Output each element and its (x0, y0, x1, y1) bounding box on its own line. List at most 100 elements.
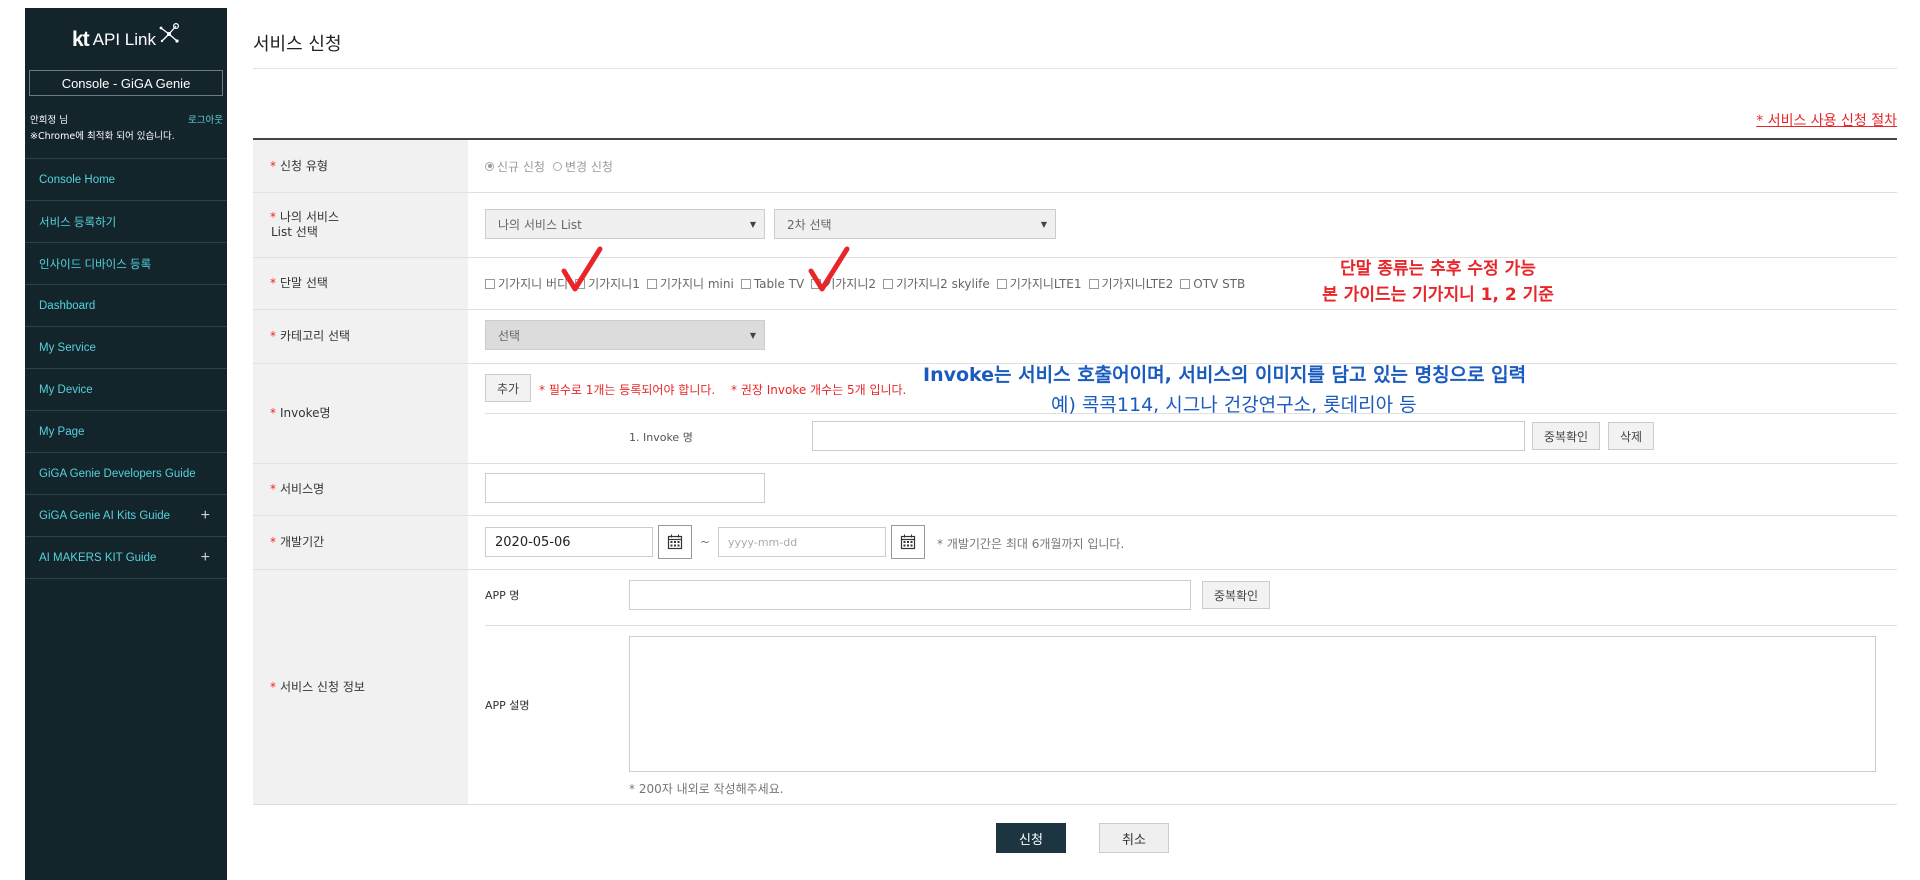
sidebar-item-register-service[interactable]: 서비스 등록하기 (25, 201, 227, 243)
sidebar-item-label: GiGA Genie AI Kits Guide (39, 509, 171, 522)
expand-plus-icon[interactable]: + (201, 549, 210, 567)
sidebar-nav: Console Home 서비스 등록하기 인사이드 디바이스 등록 Dashb… (25, 158, 227, 579)
checkbox-gigagenie2-skylife[interactable]: 기가지니2 skylife (883, 275, 990, 292)
category-select[interactable]: 선택 ▼ (485, 320, 765, 350)
my-service-selects: 나의 서비스 List ▼ 2차 선택 ▼ (485, 193, 1897, 257)
label-line: List 선택 (271, 225, 318, 239)
label-text: Invoke명 (280, 406, 331, 420)
sidebar-item-label: Console Home (39, 173, 116, 186)
device-annotation: 단말 종류는 추후 수정 가능 본 가이드는 기가지니 1, 2 기준 (1303, 256, 1573, 308)
label-text: 서비스명 (280, 482, 325, 496)
checkbox-table-tv[interactable]: Table TV (740, 277, 804, 291)
sidebar: kt API Link Console - GiGA Genie 안희정 님 로… (25, 8, 227, 880)
sidebar-item-inside-device[interactable]: 인사이드 디바이스 등록 (25, 243, 227, 285)
invoke-delete-button[interactable]: 삭제 (1608, 422, 1654, 450)
app-desc-textarea[interactable] (629, 636, 1876, 772)
checkbox-box (1088, 278, 1099, 289)
dev-period-note: * 개발기간은 최대 6개월까지 입니다. (937, 537, 1125, 551)
cancel-button[interactable]: 취소 (1099, 823, 1169, 853)
logout-link[interactable]: 로그아웃 (188, 112, 223, 126)
add-invoke-button[interactable]: 추가 (485, 374, 531, 402)
service-name-input[interactable] (485, 473, 765, 503)
sidebar-item-my-service[interactable]: My Service (25, 327, 227, 369)
start-calendar-button[interactable] (658, 525, 692, 559)
start-date-input[interactable]: 2020-05-06 (485, 527, 653, 557)
expand-plus-icon[interactable]: + (201, 507, 210, 525)
select-value: 나의 서비스 List (498, 217, 582, 232)
device-annotation-line2: 본 가이드는 기가지니 1, 2 기준 (1322, 285, 1554, 305)
row-apply-type: * 신청 유형 신규 신청 변경 신청 (253, 140, 1897, 193)
radio-circle (552, 161, 562, 171)
invoke-dup-check-button[interactable]: 중복확인 (1532, 422, 1600, 450)
title-divider (253, 68, 1897, 69)
radio-change-apply[interactable]: 변경 신청 (552, 158, 613, 175)
calendar-icon (667, 534, 683, 550)
row-device: * 단말 선택 기가지니 버디 기가지니1 기가지니 mini Table TV … (253, 258, 1897, 310)
label-my-service: * 나의 서비스 List 선택 (253, 193, 468, 257)
label-apply-type: * 신청 유형 (253, 140, 468, 192)
row-dev-period: * 개발기간 2020-05-06 ~ yyyy-mm-dd * 개발기간은 최대… (253, 516, 1897, 570)
sidebar-item-my-device[interactable]: My Device (25, 369, 227, 411)
app-desc-note: * 200자 내외로 작성해주세요. (629, 782, 784, 796)
radio-new-apply[interactable]: 신규 신청 (485, 158, 545, 175)
user-row: 안희정 님 로그아웃 (25, 112, 227, 126)
checkbox-gigagenie-lte1[interactable]: 기가지니LTE1 (996, 275, 1082, 292)
sidebar-item-dashboard[interactable]: Dashboard (25, 285, 227, 327)
row-my-service: * 나의 서비스 List 선택 나의 서비스 List ▼ 2차 선택 ▼ (253, 193, 1897, 258)
sidebar-item-my-page[interactable]: My Page (25, 411, 227, 453)
row-service-info: * 서비스 신청 정보 APP 명 중복확인 APP 설명 * 200자 내외로 … (253, 570, 1897, 805)
service-info-divider (485, 625, 1897, 626)
app-dup-check-button[interactable]: 중복확인 (1202, 581, 1270, 609)
category-select-wrap: 선택 ▼ (485, 310, 1897, 363)
label-text: 서비스 신청 정보 (280, 679, 365, 694)
label-text: 단말 선택 (280, 276, 328, 290)
sidebar-item-ai-makers-kit-guide[interactable]: AI MAKERS KIT Guide + (25, 537, 227, 579)
date-separator: ~ (700, 535, 711, 549)
checkbox-gigagenie-buddy[interactable]: 기가지니 버디 (485, 275, 568, 292)
select-value: 2차 선택 (787, 217, 832, 232)
sidebar-item-label: Dashboard (39, 299, 96, 312)
checkbox-label: 기가지니LTE2 (1101, 277, 1174, 291)
dropdown-arrow-icon: ▼ (1040, 220, 1047, 229)
checkbox-box (485, 278, 495, 289)
end-date-input[interactable]: yyyy-mm-dd (718, 527, 886, 557)
required-mark: * (270, 276, 276, 290)
end-calendar-button[interactable] (891, 525, 925, 559)
label-text: 개발기간 (280, 535, 325, 549)
checkbox-gigagenie-mini[interactable]: 기가지니 mini (646, 275, 734, 292)
invoke-annotation-line1: Invoke는 서비스 호출어이며, 서비스의 이미지를 담고 있는 명칭으로 … (923, 364, 1527, 386)
sidebar-item-developers-guide[interactable]: GiGA Genie Developers Guide (25, 453, 227, 495)
page-title: 서비스 신청 (253, 34, 342, 55)
invoke-annotation-line2: 예) 콕콕114, 시그나 건강연구소, 롯데리아 등 (1051, 394, 1417, 416)
label-invoke: * Invoke명 (253, 364, 468, 463)
secondary-select[interactable]: 2차 선택 ▼ (774, 209, 1056, 239)
label-category: * 카테고리 선택 (253, 310, 468, 363)
label-text: 신청 유형 (280, 158, 328, 173)
label-text: 나의 서비스 List 선택 (271, 210, 339, 240)
sidebar-item-ai-kits-guide[interactable]: GiGA Genie AI Kits Guide + (25, 495, 227, 537)
radio-label: 변경 신청 (564, 159, 613, 174)
label-dev-period: * 개발기간 (253, 516, 468, 569)
required-mark: * (270, 679, 276, 694)
app-desc-label: APP 설명 (485, 699, 530, 712)
invoke-row-label: 1. Invoke 명 (629, 431, 693, 444)
app-name-label: APP 명 (485, 589, 520, 602)
network-star-icon (159, 23, 179, 43)
logo[interactable]: kt API Link (25, 8, 227, 64)
checkbox-otv-stb[interactable]: OTV STB (1180, 277, 1245, 291)
logo-text: API Link (92, 30, 156, 49)
checkmark-annotation-icon (808, 246, 850, 292)
invoke-name-input[interactable] (812, 421, 1525, 451)
checkbox-gigagenie-lte2[interactable]: 기가지니LTE2 (1088, 275, 1174, 292)
label-device: * 단말 선택 (253, 258, 468, 309)
checkbox-label: 기가지니 버디 (498, 277, 569, 291)
row-service-name: * 서비스명 (253, 464, 1897, 516)
submit-button[interactable]: 신청 (996, 823, 1066, 853)
procedure-link[interactable]: * 서비스 사용 신청 절차 (1756, 110, 1897, 130)
my-service-select[interactable]: 나의 서비스 List ▼ (485, 209, 765, 239)
sidebar-item-console-home[interactable]: Console Home (25, 159, 227, 201)
app-name-input[interactable] (629, 580, 1191, 610)
main-content: 서비스 신청 * 서비스 사용 신청 절차 * 신청 유형 신규 신청 변경 신청… (253, 0, 1897, 880)
device-checkboxes: 기가지니 버디 기가지니1 기가지니 mini Table TV 기가지니2 기… (485, 258, 1897, 309)
radio-label: 신규 신청 (497, 159, 545, 174)
